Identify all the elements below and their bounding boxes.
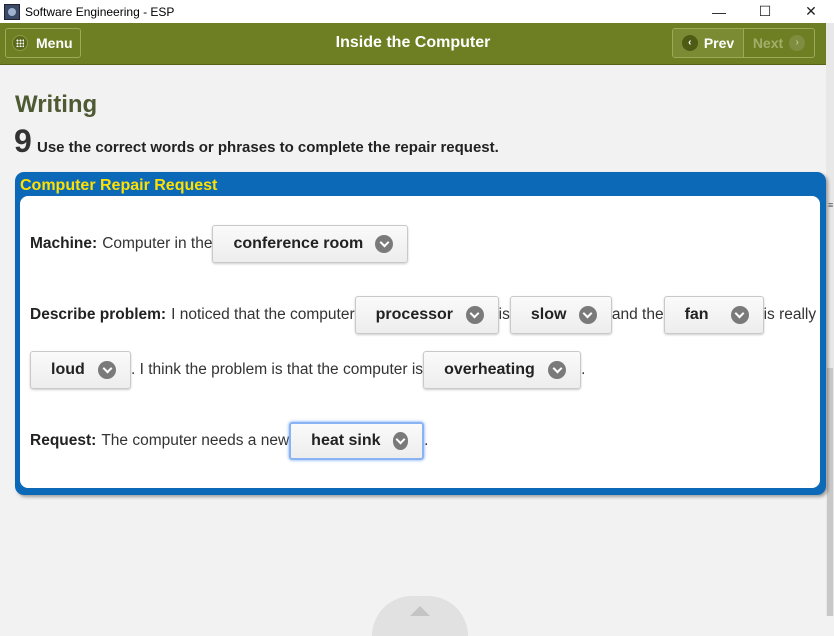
problem-text-2: is (498, 306, 510, 323)
noise-dropdown[interactable]: loud (30, 351, 131, 389)
exercise-instruction: Use the correct words or phrases to comp… (37, 139, 499, 156)
panel-body: Machine: Computer in the conference room… (20, 196, 820, 488)
request-label: Request: (30, 432, 97, 449)
page-navigation: ‹ Prev Next › (672, 28, 815, 58)
prev-button[interactable]: ‹ Prev (673, 29, 744, 57)
scroll-grip-icon: ≡ (828, 200, 834, 210)
maximize-button[interactable]: ☐ (742, 0, 788, 23)
replacement-part-dropdown[interactable]: heat sink (289, 422, 425, 460)
request-text-2: . (424, 432, 429, 449)
close-button[interactable]: ✕ (788, 0, 834, 23)
section-title: Writing (15, 91, 98, 118)
scrollbar-thumb[interactable] (827, 368, 833, 616)
problem-row-2: loud . I think the problem is that the c… (30, 351, 585, 389)
problem-row-1: Describe problem: I noticed that the com… (30, 296, 816, 334)
vertical-scrollbar[interactable]: ≡ (826, 23, 834, 616)
window-titlebar: Software Engineering - ESP — ☐ ✕ (0, 0, 834, 23)
chevron-down-icon (730, 306, 749, 324)
chevron-down-icon (465, 306, 484, 324)
problem-text-6: . (581, 361, 586, 378)
dropdown-value: loud (51, 361, 85, 378)
chevron-down-icon (392, 432, 409, 450)
problem-text-4: is really (763, 306, 817, 323)
problem-text-1: I noticed that the computer (171, 306, 355, 323)
next-button-label: Next (752, 35, 784, 51)
speed-dropdown[interactable]: slow (509, 296, 612, 334)
drawer-toggle-up-arrow-icon[interactable] (372, 596, 468, 636)
dropdown-value: fan (684, 306, 709, 323)
chevron-down-icon (98, 361, 116, 379)
problem-label: Describe problem: (30, 306, 167, 323)
exercise-number: 9 (14, 123, 32, 159)
chevron-down-icon (375, 235, 394, 253)
app-header: Inside the Computer Menu ‹ Prev Next › (0, 23, 826, 65)
component-dropdown[interactable]: processor (354, 296, 499, 334)
machine-dropdown[interactable]: conference room (212, 225, 409, 263)
repair-request-panel: Computer Repair Request Machine: Compute… (15, 172, 826, 495)
chevron-down-icon (578, 306, 597, 324)
app-icon (4, 3, 20, 20)
window-controls: — ☐ ✕ (696, 0, 834, 23)
menu-button-label: Menu (36, 35, 73, 51)
machine-label: Machine: (30, 235, 98, 252)
condition-dropdown[interactable]: overheating (423, 351, 582, 389)
prev-button-label: Prev (703, 35, 735, 51)
request-text-1: The computer needs a new (101, 432, 290, 449)
request-row: Request: The computer needs a new heat s… (30, 422, 428, 460)
problem-text-3: and the (611, 306, 664, 323)
chevron-right-icon: › (789, 35, 806, 51)
machine-row: Machine: Computer in the conference room (30, 225, 409, 263)
window-title: Software Engineering - ESP (25, 4, 175, 19)
dropdown-value: overheating (444, 361, 535, 378)
part-dropdown[interactable]: fan (663, 296, 764, 334)
dropdown-value: processor (375, 306, 454, 323)
chevron-down-icon (548, 361, 567, 379)
menu-button[interactable]: Menu (5, 28, 81, 58)
minimize-button[interactable]: — (696, 0, 742, 23)
grid-icon (12, 35, 28, 51)
dropdown-value: conference room (233, 235, 364, 252)
panel-title: Computer Repair Request (20, 177, 218, 194)
problem-text-5: . I think the problem is that the comput… (131, 361, 424, 378)
machine-text: Computer in the (102, 235, 213, 252)
next-button[interactable]: Next › (744, 29, 814, 57)
dropdown-value: heat sink (311, 432, 381, 449)
chevron-left-icon: ‹ (681, 35, 698, 51)
dropdown-value: slow (530, 306, 567, 323)
